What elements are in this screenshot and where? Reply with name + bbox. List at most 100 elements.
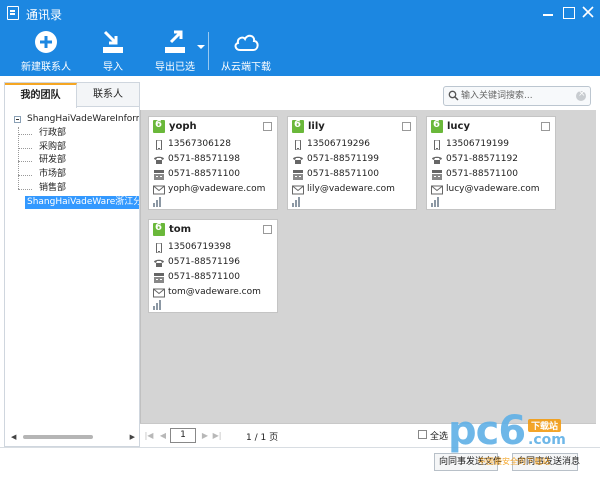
contact-fax: 0571-88571100 bbox=[168, 169, 240, 179]
contact-select-checkbox[interactable] bbox=[263, 122, 272, 131]
bottom-action-bar: 向同事发送文件 向同事发送消息 bbox=[0, 447, 600, 480]
contact-card-grid: yoph 13567306128 0571-88571198 0571-8857110… bbox=[140, 110, 596, 423]
window-title: 通讯录 bbox=[26, 8, 63, 22]
telephone-icon bbox=[154, 259, 164, 267]
tree-connector bbox=[18, 175, 32, 176]
contact-fax-row: 0571-88571100 bbox=[431, 168, 555, 181]
contact-name: lily bbox=[308, 121, 325, 132]
collapse-toggle-icon[interactable] bbox=[14, 116, 21, 123]
contact-mobile-row: 13567306128 bbox=[153, 138, 277, 151]
cloud-icon bbox=[234, 34, 259, 51]
tab-my-team[interactable]: 我的团队 bbox=[5, 83, 77, 108]
mobile-phone-icon bbox=[156, 243, 162, 253]
contact-fax: 0571-88571100 bbox=[446, 169, 518, 179]
clear-search-icon[interactable] bbox=[576, 89, 586, 101]
tree-connector bbox=[18, 127, 19, 189]
signal-bars-icon bbox=[153, 300, 162, 310]
contact-phone: 0571-88571198 bbox=[168, 154, 240, 164]
tree-node-department[interactable]: 销售部 bbox=[39, 182, 66, 195]
import-button[interactable]: 导入 bbox=[92, 26, 134, 76]
contact-fax: 0571-88571100 bbox=[307, 169, 379, 179]
page-number-input[interactable]: 1 bbox=[170, 428, 196, 443]
email-icon bbox=[153, 185, 165, 195]
contact-email-row: lucy@vadeware.com bbox=[431, 183, 555, 196]
contact-email-row: lily@vadeware.com bbox=[292, 183, 416, 196]
new-contact-label: 新建联系人 bbox=[21, 62, 71, 73]
contact-email: lucy@vadeware.com bbox=[446, 184, 540, 194]
export-selected-label: 导出已选 bbox=[155, 62, 195, 73]
toolbar: 新建联系人 导入 导出已选 从云端下载 bbox=[0, 26, 600, 76]
contact-phone: 0571-88571192 bbox=[446, 154, 518, 164]
maximize-button[interactable] bbox=[560, 4, 576, 20]
contact-avatar-icon bbox=[153, 222, 165, 236]
org-tree: ShangHaiVadeWareInformation 行政部 采购部 研发部 … bbox=[5, 111, 139, 411]
tree-node-department[interactable]: 行政部 bbox=[39, 127, 66, 140]
select-all-label: 全选 bbox=[430, 432, 449, 442]
tab-contacts[interactable]: 联系人 bbox=[77, 83, 139, 107]
scroll-right-icon[interactable]: ▶ bbox=[130, 433, 135, 441]
contact-select-checkbox[interactable] bbox=[541, 122, 550, 131]
tree-node-department[interactable]: 市场部 bbox=[39, 168, 66, 181]
last-page-icon[interactable]: ▶| bbox=[212, 430, 222, 441]
scrollbar-thumb[interactable] bbox=[23, 435, 93, 439]
search-strip bbox=[140, 82, 596, 110]
contact-mobile: 13506719398 bbox=[168, 242, 231, 252]
contact-card[interactable]: lily 13506719296 0571-88571199 0571-8857110… bbox=[287, 116, 417, 210]
mobile-phone-icon bbox=[156, 140, 162, 150]
minimize-button[interactable] bbox=[540, 4, 556, 20]
contact-phone-row: 0571-88571192 bbox=[431, 153, 555, 166]
contact-phone-row: 0571-88571199 bbox=[292, 153, 416, 166]
contact-select-checkbox[interactable] bbox=[263, 225, 272, 234]
close-button[interactable] bbox=[580, 4, 596, 20]
search-box[interactable] bbox=[443, 86, 591, 106]
first-page-icon[interactable]: |◀ bbox=[144, 430, 154, 441]
cloud-download-button[interactable]: 从云端下载 bbox=[218, 26, 274, 76]
tree-node-department[interactable]: 研发部 bbox=[39, 154, 66, 167]
contact-mobile-row: 13506719296 bbox=[292, 138, 416, 151]
tree-node-branch-selected[interactable]: ShangHaiVadeWare浙江分公司 bbox=[25, 196, 139, 209]
next-page-icon[interactable]: ▶ bbox=[200, 430, 210, 441]
scroll-left-icon[interactable]: ◀ bbox=[11, 433, 16, 441]
contact-email: lily@vadeware.com bbox=[307, 184, 395, 194]
tree-node-department[interactable]: 采购部 bbox=[39, 141, 66, 154]
cloud-download-label: 从云端下载 bbox=[221, 62, 271, 73]
tree-horizontal-scrollbar[interactable]: ◀ ▶ bbox=[11, 433, 135, 441]
add-circle-icon bbox=[35, 31, 57, 53]
contact-avatar-icon bbox=[292, 119, 304, 133]
contact-mobile-row: 13506719199 bbox=[431, 138, 555, 151]
contact-phone: 0571-88571199 bbox=[307, 154, 379, 164]
new-contact-button[interactable]: 新建联系人 bbox=[20, 26, 72, 76]
mobile-phone-icon bbox=[434, 140, 440, 150]
contact-select-checkbox[interactable] bbox=[402, 122, 411, 131]
pagination-bar: |◀ ◀ 1 ▶ ▶| 1 / 1 页 全选 bbox=[140, 423, 596, 447]
contact-card[interactable]: lucy 13506719199 0571-88571192 0571-8857110… bbox=[426, 116, 556, 210]
search-input[interactable] bbox=[461, 89, 571, 103]
toolbar-separator bbox=[208, 32, 209, 70]
contact-avatar-icon bbox=[431, 119, 443, 133]
search-icon bbox=[448, 90, 459, 101]
contact-mobile: 13506719199 bbox=[446, 139, 509, 149]
select-all-checkbox[interactable] bbox=[418, 430, 427, 439]
fax-icon bbox=[432, 170, 442, 180]
contact-phone-row: 0571-88571196 bbox=[153, 256, 277, 269]
telephone-icon bbox=[154, 156, 164, 164]
contact-card[interactable]: tom 13506719398 0571-88571196 0571-88571100… bbox=[148, 219, 278, 313]
team-panel: 我的团队 联系人 ShangHaiVadeWareInformation 行政部… bbox=[4, 82, 140, 447]
prev-page-icon[interactable]: ◀ bbox=[158, 430, 168, 441]
send-message-button[interactable]: 向同事发送消息 bbox=[512, 453, 580, 471]
export-selected-button[interactable]: 导出已选 bbox=[150, 26, 200, 76]
page-count: 1 / 1 页 bbox=[246, 433, 279, 443]
contact-card[interactable]: yoph 13567306128 0571-88571198 0571-8857110… bbox=[148, 116, 278, 210]
export-icon bbox=[165, 30, 185, 53]
close-icon bbox=[582, 6, 594, 18]
send-file-button[interactable]: 向同事发送文件 bbox=[434, 453, 502, 471]
contact-name: yoph bbox=[169, 121, 197, 132]
email-icon bbox=[153, 288, 165, 298]
tree-root-node[interactable]: ShangHaiVadeWareInformation bbox=[27, 113, 139, 126]
export-dropdown-icon[interactable] bbox=[196, 42, 206, 52]
contact-mobile: 13567306128 bbox=[168, 139, 231, 149]
contact-email: yoph@vadeware.com bbox=[168, 184, 266, 194]
contact-name: tom bbox=[169, 224, 192, 235]
contact-mobile-row: 13506719398 bbox=[153, 241, 277, 254]
fax-icon bbox=[154, 170, 164, 180]
